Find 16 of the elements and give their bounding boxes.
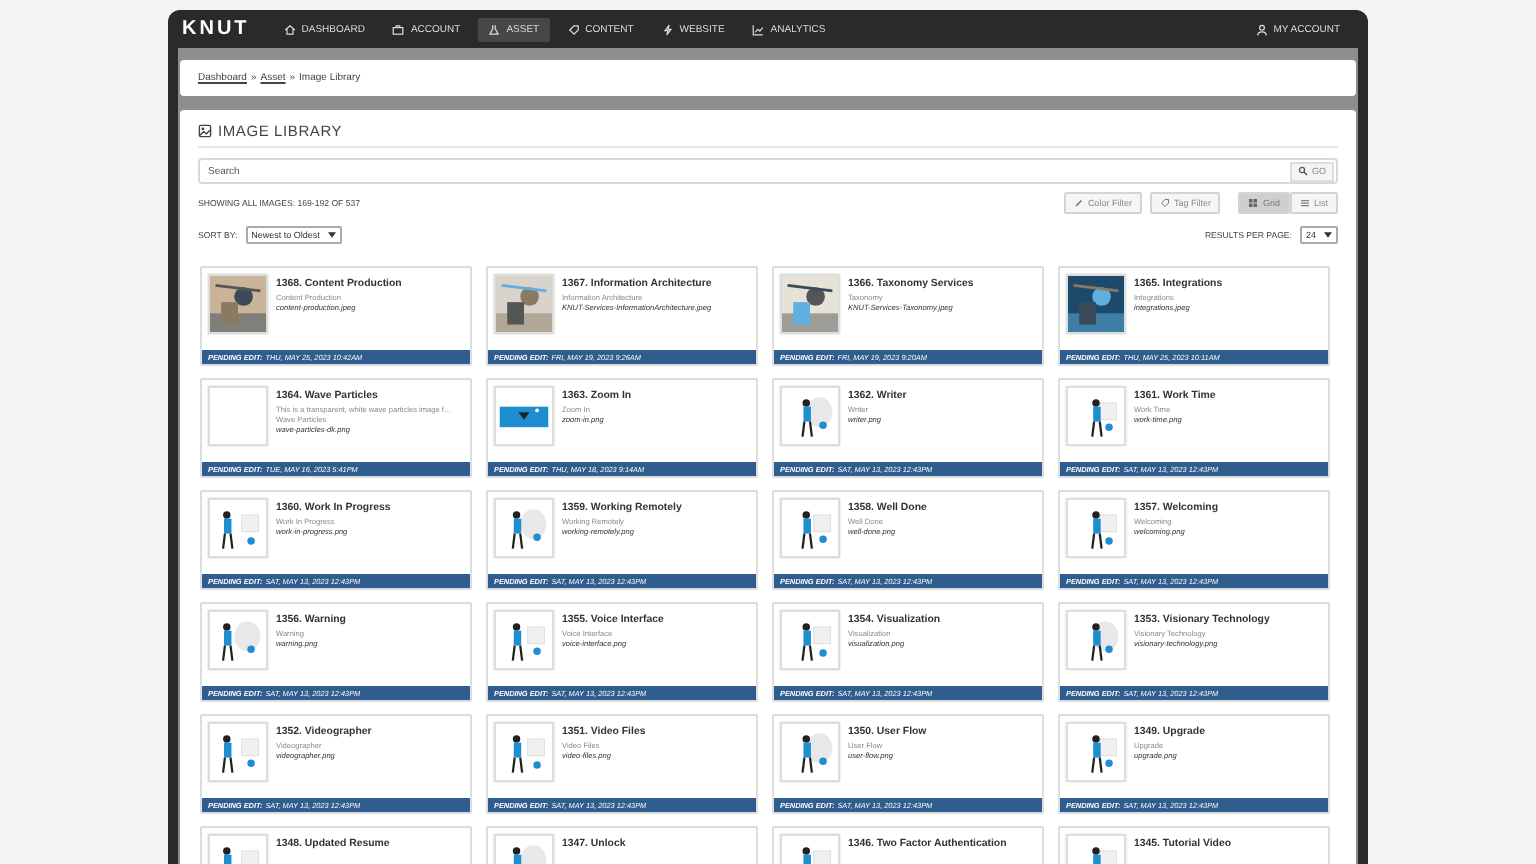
tag-icon [1159,198,1170,208]
lightning-icon [661,23,674,35]
user-icon [1255,23,1268,35]
empty-thumbnail [208,386,268,446]
grid-icon [1248,198,1259,208]
chart-icon [752,23,765,35]
briefcase-icon [392,23,405,35]
caret-icon [327,232,336,238]
pencil-icon [1073,198,1084,208]
list-icon [1299,198,1310,208]
search-icon [1298,166,1309,176]
image-icon [198,123,212,137]
caret-icon [1324,232,1332,238]
tag-icon [567,23,580,35]
logo[interactable]: KNUT [182,18,250,40]
home-icon [283,23,296,35]
